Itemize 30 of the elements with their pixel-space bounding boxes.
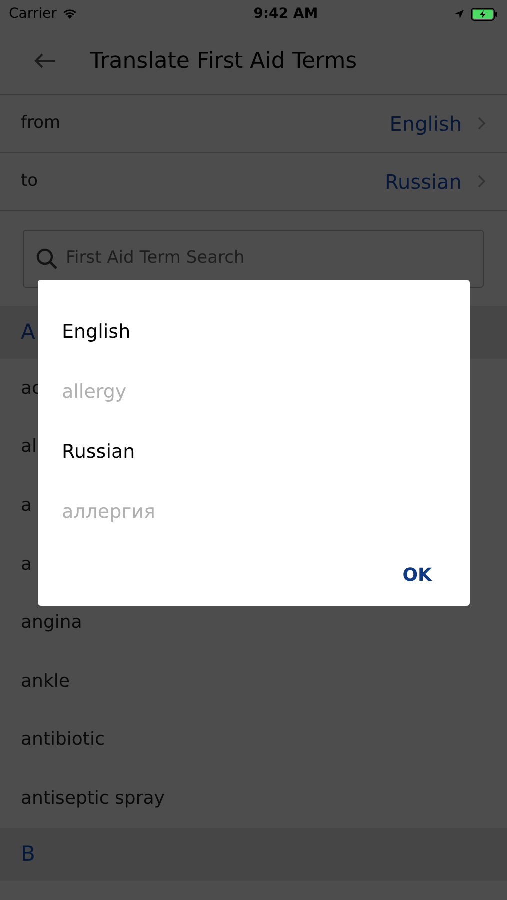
search-icon bbox=[36, 248, 58, 270]
section-header: B bbox=[21, 840, 36, 868]
term-item[interactable]: al bbox=[21, 433, 38, 460]
language-name: English bbox=[62, 320, 132, 345]
screen-title: Translate First Aid Terms bbox=[90, 48, 358, 76]
term-item[interactable]: antibiotic bbox=[21, 726, 105, 754]
term-item[interactable]: antiseptic spray bbox=[21, 784, 165, 812]
battery-icon bbox=[470, 8, 498, 20]
term-translation: allergy bbox=[62, 380, 128, 405]
carrier-label: Carrier bbox=[9, 4, 57, 24]
ok-button[interactable]: OK bbox=[388, 554, 446, 597]
language-label: to bbox=[21, 170, 40, 193]
language-value: Russian bbox=[384, 168, 462, 196]
language-row[interactable]: to Russian bbox=[0, 153, 507, 211]
section-header: A bbox=[21, 318, 36, 346]
language-name: Russian bbox=[62, 440, 136, 465]
term-item[interactable]: ankle bbox=[21, 668, 70, 695]
term-item[interactable]: angina bbox=[21, 609, 82, 636]
time-label: 9:42 AM bbox=[254, 4, 318, 24]
language-row[interactable]: from English bbox=[0, 95, 507, 153]
chevron-right-icon bbox=[478, 175, 486, 188]
wifi-icon bbox=[62, 8, 78, 20]
term-translation: аллергия bbox=[62, 500, 156, 525]
location-icon bbox=[454, 8, 465, 20]
term-item[interactable]: a bbox=[21, 492, 32, 519]
back-arrow-icon bbox=[34, 53, 56, 69]
chevron-right-icon bbox=[478, 117, 486, 130]
language-value: English bbox=[390, 110, 462, 138]
language-label: from bbox=[21, 112, 62, 135]
term-item[interactable]: a bbox=[21, 550, 32, 578]
